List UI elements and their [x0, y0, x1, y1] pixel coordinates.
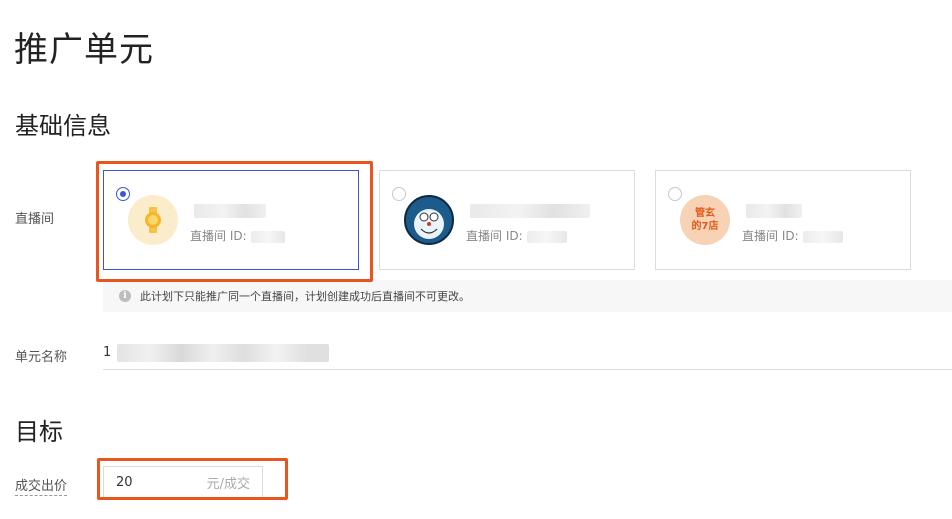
avatar: 管玄 的7店	[680, 195, 730, 245]
watch-icon	[145, 207, 161, 233]
live-room-card[interactable]: 管玄 的7店 直播间 ID:	[655, 170, 911, 270]
live-room-id: 直播间 ID:	[742, 227, 843, 244]
live-room-name	[466, 203, 590, 218]
bid-unit: 元/成交	[206, 476, 250, 492]
live-room-name	[190, 203, 266, 218]
info-icon: i	[119, 290, 131, 302]
live-room-id: 直播间 ID:	[190, 227, 285, 244]
section-title-goal: 目标	[15, 418, 63, 446]
unit-name-input[interactable]: 1	[103, 336, 952, 370]
page-title: 推广单元	[14, 30, 154, 70]
live-room-card[interactable]: 直播间 ID:	[379, 170, 635, 270]
bid-label: 成交出价	[15, 475, 68, 496]
unit-name-blurred	[117, 343, 330, 362]
notice-banner: i 此计划下只能推广同一个直播间，计划创建成功后直播间不可更改。	[103, 280, 952, 312]
live-room-card[interactable]: 直播间 ID:	[103, 170, 359, 270]
cartoon-avatar-icon	[406, 197, 452, 243]
avatar-text: 管玄 的7店	[691, 208, 719, 232]
live-room-id: 直播间 ID:	[466, 227, 567, 244]
radio-button[interactable]	[668, 187, 682, 201]
notice-text: 此计划下只能推广同一个直播间，计划创建成功后直播间不可更改。	[140, 290, 470, 303]
avatar	[128, 195, 178, 245]
bid-input[interactable]: 20 元/成交	[103, 466, 263, 498]
section-title-basic-info: 基础信息	[15, 112, 111, 140]
radio-button[interactable]	[116, 187, 130, 201]
unit-name-label: 单元名称	[15, 350, 68, 365]
radio-button[interactable]	[392, 187, 406, 201]
live-room-name	[742, 203, 802, 218]
unit-name-value: 1	[103, 345, 112, 360]
avatar	[404, 195, 454, 245]
bid-value: 20	[116, 474, 133, 490]
live-room-label: 直播间	[15, 212, 55, 227]
